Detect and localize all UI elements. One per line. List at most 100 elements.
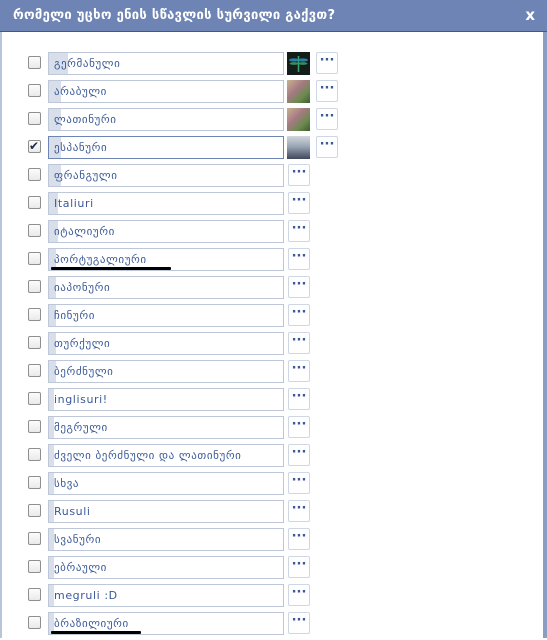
poll-option-row: იაპონური ··· bbox=[0, 276, 547, 304]
option-label: პორტუგალიური bbox=[54, 253, 147, 266]
option-vote-box[interactable]: მეგრული bbox=[48, 416, 284, 439]
more-voters-button[interactable]: ··· bbox=[316, 136, 338, 158]
poll-option-row: ებრაული ··· bbox=[0, 556, 547, 584]
poll-option-row: არაბული ··· bbox=[0, 80, 547, 108]
more-voters-button[interactable]: ··· bbox=[288, 304, 310, 326]
option-label: megruli :D bbox=[54, 589, 118, 602]
more-voters-button[interactable]: ··· bbox=[316, 108, 338, 130]
close-icon[interactable]: x bbox=[525, 6, 535, 24]
option-checkbox[interactable] bbox=[28, 138, 41, 154]
option-label: არაბული bbox=[54, 85, 107, 98]
more-voters-button[interactable]: ··· bbox=[288, 472, 310, 494]
more-voters-button[interactable]: ··· bbox=[316, 80, 338, 102]
option-vote-box[interactable]: Rusuli bbox=[48, 500, 284, 523]
voter-avatar[interactable] bbox=[287, 136, 310, 159]
option-vote-box[interactable]: ფრანგული bbox=[48, 164, 284, 187]
vote-share-bar bbox=[49, 529, 54, 550]
option-vote-box[interactable]: სხვა bbox=[48, 472, 284, 495]
option-checkbox[interactable] bbox=[28, 252, 41, 265]
option-checkbox[interactable] bbox=[28, 168, 41, 181]
option-label: იაპონური bbox=[54, 281, 111, 294]
option-vote-box[interactable]: პორტუგალიური bbox=[48, 248, 284, 271]
option-checkbox[interactable] bbox=[28, 476, 41, 489]
option-vote-box[interactable]: იტალიური bbox=[48, 220, 284, 243]
vote-share-bar bbox=[49, 501, 54, 522]
poll-option-row: ძველი ბერძნული და ლათინური ··· bbox=[0, 444, 547, 472]
more-voters-button[interactable]: ··· bbox=[288, 584, 310, 606]
option-checkbox[interactable] bbox=[28, 420, 41, 433]
voter-avatar[interactable] bbox=[287, 80, 310, 103]
poll-option-row: პორტუგალიური ··· bbox=[0, 248, 547, 276]
vote-share-bar bbox=[49, 473, 54, 494]
more-voters-button[interactable]: ··· bbox=[288, 276, 310, 298]
option-checkbox[interactable] bbox=[28, 224, 41, 237]
option-label: ლათინური bbox=[54, 113, 117, 126]
option-vote-box[interactable]: გერმანული bbox=[48, 52, 284, 75]
more-voters-button[interactable]: ··· bbox=[288, 388, 310, 410]
more-voters-button[interactable]: ··· bbox=[288, 444, 310, 466]
handwritten-underline-mark bbox=[51, 267, 171, 270]
more-voters-button[interactable]: ··· bbox=[288, 332, 310, 354]
option-vote-box[interactable]: ებრაული bbox=[48, 556, 284, 579]
option-checkbox[interactable] bbox=[28, 448, 41, 461]
option-checkbox[interactable] bbox=[28, 588, 41, 601]
option-vote-box[interactable]: ლათინური bbox=[48, 108, 284, 131]
more-voters-button[interactable]: ··· bbox=[288, 612, 310, 634]
vote-share-bar bbox=[49, 585, 54, 606]
more-voters-button[interactable]: ··· bbox=[288, 220, 310, 242]
option-checkbox[interactable] bbox=[28, 616, 41, 629]
option-checkbox[interactable] bbox=[28, 560, 41, 573]
more-voters-button[interactable]: ··· bbox=[288, 360, 310, 382]
poll-option-row: ესპანური ··· bbox=[0, 136, 547, 164]
poll-option-row: სხვა ··· bbox=[0, 472, 547, 500]
option-checkbox[interactable] bbox=[28, 112, 41, 125]
poll-option-row: ლათინური ··· bbox=[0, 108, 547, 136]
option-checkbox[interactable] bbox=[28, 308, 41, 321]
option-label: ბერძნული bbox=[54, 365, 114, 378]
option-vote-box[interactable]: ძველი ბერძნული და ლათინური bbox=[48, 444, 284, 467]
option-label: Rusuli bbox=[54, 505, 91, 518]
option-checkbox[interactable] bbox=[28, 84, 41, 97]
option-checkbox[interactable] bbox=[28, 532, 41, 545]
option-vote-box[interactable]: megruli :D bbox=[48, 584, 284, 607]
option-label: ძველი ბერძნული და ლათინური bbox=[54, 449, 242, 462]
poll-option-row: მეგრული ··· bbox=[0, 416, 547, 444]
more-voters-button[interactable]: ··· bbox=[288, 416, 310, 438]
option-vote-box[interactable]: იაპონური bbox=[48, 276, 284, 299]
more-voters-button[interactable]: ··· bbox=[288, 500, 310, 522]
more-voters-button[interactable]: ··· bbox=[288, 164, 310, 186]
option-checkbox[interactable] bbox=[28, 504, 41, 517]
option-label: ჩინური bbox=[54, 309, 95, 322]
more-voters-button[interactable]: ··· bbox=[288, 192, 310, 214]
option-vote-box[interactable]: ბერძნული bbox=[48, 360, 284, 383]
poll-option-row: ბერძნული ··· bbox=[0, 360, 547, 388]
more-voters-button[interactable]: ··· bbox=[288, 528, 310, 550]
dragonfly-icon bbox=[289, 56, 308, 72]
option-vote-box[interactable]: ჩინური bbox=[48, 304, 284, 327]
vote-share-bar bbox=[49, 389, 54, 410]
option-vote-box[interactable]: არაბული bbox=[48, 80, 284, 103]
option-checkbox[interactable] bbox=[28, 392, 41, 405]
more-voters-button[interactable]: ··· bbox=[316, 52, 338, 74]
option-checkbox[interactable] bbox=[28, 56, 41, 69]
option-vote-box[interactable]: თურქული bbox=[48, 332, 284, 355]
option-vote-box[interactable]: inglisuri! bbox=[48, 388, 284, 411]
vote-share-bar bbox=[49, 417, 54, 438]
more-voters-button[interactable]: ··· bbox=[288, 556, 310, 578]
option-vote-box[interactable]: ესპანური bbox=[48, 136, 284, 159]
more-voters-button[interactable]: ··· bbox=[288, 248, 310, 270]
option-checkbox[interactable] bbox=[28, 336, 41, 349]
option-vote-box[interactable]: Italiuri bbox=[48, 192, 284, 215]
poll-option-row: inglisuri! ··· bbox=[0, 388, 547, 416]
voter-avatar[interactable] bbox=[287, 52, 310, 75]
option-checkbox[interactable] bbox=[28, 280, 41, 293]
voter-avatar[interactable] bbox=[287, 108, 310, 131]
option-label: ბრაზილიური bbox=[54, 617, 129, 630]
option-vote-box[interactable]: სვანური bbox=[48, 528, 284, 551]
option-checkbox[interactable] bbox=[28, 196, 41, 209]
option-label: გერმანული bbox=[54, 57, 121, 70]
option-label: სვანური bbox=[54, 533, 102, 546]
option-checkbox[interactable] bbox=[28, 364, 41, 377]
vote-share-bar bbox=[49, 445, 54, 466]
option-vote-box[interactable]: ბრაზილიური bbox=[48, 612, 284, 635]
